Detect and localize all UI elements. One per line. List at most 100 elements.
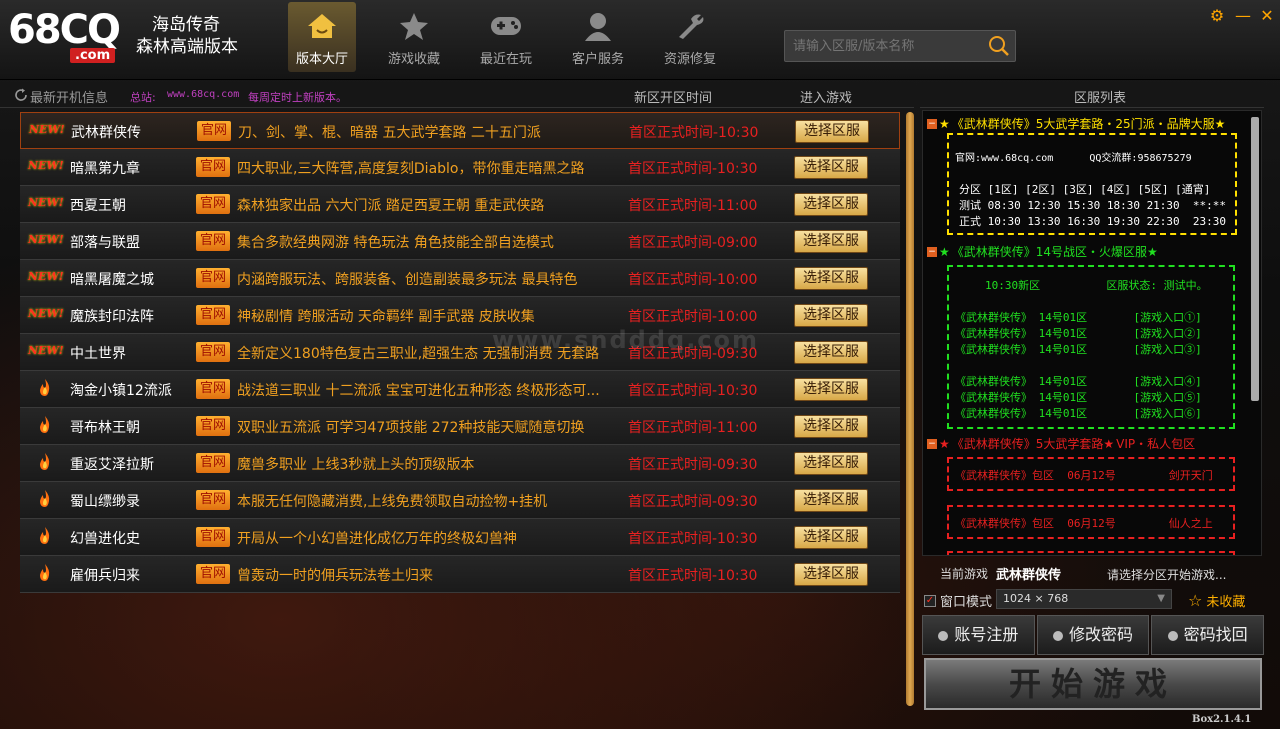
official-site-tag[interactable]: 官网 [196, 564, 230, 584]
select-server-button[interactable]: 选择区服 [794, 193, 868, 216]
list-header: 最新开机信息 总站: www.68cq.com 每周定时上新版本。 新区开区时间… [0, 82, 914, 108]
server-name[interactable]: 魔族封印法阵 [70, 306, 154, 326]
official-site-tag[interactable]: 官网 [196, 416, 230, 436]
close-icon[interactable]: ✕ [1258, 6, 1276, 25]
minimize-icon[interactable]: — [1234, 6, 1252, 25]
resolution-select[interactable]: 1024 × 768 ▼ [996, 589, 1172, 609]
select-server-button[interactable]: 选择区服 [794, 489, 868, 512]
star-outline-icon: ☆ [1188, 591, 1203, 610]
collapse-icon[interactable]: − [927, 246, 937, 257]
server-row[interactable]: 幻兽进化史 官网 开局从一个小幻兽进化成亿万年的终极幻兽神 首区正式时间-10:30 选… [20, 519, 900, 556]
group-3-row-2[interactable]: 《武林群侠传》包区 06月12号 仙人之上 [955, 515, 1213, 531]
server-row[interactable]: NEW! 西夏王朝 官网 森林独家出品 六大门派 踏足西夏王朝 重走武侠路 首区正式时间… [20, 186, 900, 223]
select-server-button[interactable]: 选择区服 [794, 378, 868, 401]
official-site-tag[interactable]: 官网 [196, 379, 230, 399]
select-server-button[interactable]: 选择区服 [794, 341, 868, 364]
official-site-tag[interactable]: 官网 [196, 453, 230, 473]
server-row[interactable]: 重返艾泽拉斯 官网 魔兽多职业 上线3秒就上头的顶级版本 首区正式时间-09:30 选择… [20, 445, 900, 482]
official-site-tag[interactable]: 官网 [196, 268, 230, 288]
server-row[interactable]: NEW! 暗黑第九章 官网 四大职业,三大阵营,高度复刻Diablo，带你重走暗黑之路… [20, 149, 900, 186]
select-server-button[interactable]: 选择区服 [794, 156, 868, 179]
server-row[interactable]: NEW! 部落与联盟 官网 集合多款经典网游 特色玩法 角色技能全部自选模式 首区正式时… [20, 223, 900, 260]
recover-password-button[interactable]: 密码找回 [1151, 615, 1265, 655]
official-site-tag[interactable]: 官网 [196, 194, 230, 214]
select-server-button[interactable]: 选择区服 [794, 304, 868, 327]
server-name[interactable]: 淘金小镇12流派 [70, 380, 172, 400]
nav-lobby[interactable]: 版本大厅 [288, 2, 356, 72]
group-3-row-1[interactable]: 《武林群侠传》包区 06月12号 剑开天门 [955, 467, 1213, 483]
server-row[interactable]: 哥布林王朝 官网 双职业五流派 可学习47项技能 272种技能天赋随意切换 首区正式时… [20, 408, 900, 445]
server-name[interactable]: 部落与联盟 [70, 232, 140, 252]
group-2-row-5[interactable]: 《武林群侠传》 14号01区 [游戏入口⑤] [955, 389, 1202, 405]
server-name[interactable]: 中土世界 [70, 343, 126, 363]
official-site-tag[interactable]: 官网 [196, 305, 230, 325]
nav-service[interactable]: 客户服务 [564, 2, 632, 72]
group-2-row-1[interactable]: 《武林群侠传》 14号01区 [游戏入口①] [955, 309, 1202, 325]
server-panel-scrollbar[interactable] [1251, 113, 1259, 553]
group-2-row-4[interactable]: 《武林群侠传》 14号01区 [游戏入口④] [955, 373, 1202, 389]
server-name[interactable]: 哥布林王朝 [70, 417, 140, 437]
start-game-button[interactable]: 开始游戏 [924, 658, 1262, 710]
refresh-icon[interactable] [14, 88, 28, 102]
server-row[interactable]: 蜀山缥缈录 官网 本服无任何隐藏消费,上线免费领取自动捡物+挂机 首区正式时间-09:… [20, 482, 900, 519]
scroll-thumb[interactable] [1251, 117, 1259, 401]
official-site-tag[interactable]: 官网 [197, 121, 231, 141]
nav-favorites[interactable]: 游戏收藏 [380, 2, 448, 72]
nav-recent[interactable]: 最近在玩 [472, 2, 540, 72]
site-url[interactable]: www.68cq.com [167, 89, 239, 100]
window-mode-toggle[interactable]: ✓ 窗口模式 [924, 591, 992, 610]
group-1-line2[interactable]: 分区 [1区] [2区] [3区] [4区] [5区] [通宵] [959, 181, 1210, 197]
official-site-tag[interactable]: 官网 [196, 342, 230, 362]
settings-icon[interactable]: ⚙ [1208, 6, 1226, 25]
server-row[interactable]: NEW! 魔族封印法阵 官网 神秘剧情 跨服活动 天命羁绊 副手武器 皮肤收集 首区正式… [20, 297, 900, 334]
server-name[interactable]: 雇佣兵归来 [70, 565, 140, 585]
change-password-button[interactable]: 修改密码 [1036, 615, 1150, 655]
server-row[interactable]: 淘金小镇12流派 官网 战法道三职业 十二流派 宝宝可进化五种形态 终极形态可...… [20, 371, 900, 408]
server-name[interactable]: 暗黑屠魔之城 [70, 269, 154, 289]
search-icon[interactable] [987, 35, 1011, 57]
group-1-header[interactable]: − ★ 《武林群侠传》5大武学套路・25门派・品牌大服 ★ [927, 115, 1227, 132]
server-row[interactable]: NEW! 武林群侠传 官网 刀、剑、掌、棍、暗器 五大武学套路 二十五门派 首区正式时间… [20, 112, 900, 149]
flame-icon [38, 416, 52, 434]
server-row[interactable]: NEW! 中土世界 官网 全新定义180特色复古三职业,超强生态 无强制消费 无套路首… [20, 334, 900, 371]
official-site-tag[interactable]: 官网 [196, 231, 230, 251]
server-row[interactable]: NEW! 暗黑屠魔之城 官网 内涵跨服玩法、跨服装备、创造副装最多玩法 最具特色 首区正… [20, 260, 900, 297]
server-name[interactable]: 蜀山缥缈录 [70, 491, 140, 511]
nav-repair[interactable]: 资源修复 [656, 2, 724, 72]
current-game-name: 武林群侠传 [996, 568, 1062, 583]
flame-icon [38, 453, 52, 471]
server-name[interactable]: 西夏王朝 [70, 195, 126, 215]
header: 68CQ .com 海岛传奇 森林高端版本 版本大厅 游戏收藏 最近在玩 客户服… [0, 0, 1280, 80]
official-site-tag[interactable]: 官网 [196, 490, 230, 510]
checkbox-icon[interactable]: ✓ [924, 594, 936, 607]
official-site-tag[interactable]: 官网 [196, 157, 230, 177]
select-server-button[interactable]: 选择区服 [794, 230, 868, 253]
select-server-button[interactable]: 选择区服 [794, 563, 868, 586]
group-2-row-3[interactable]: 《武林群侠传》 14号01区 [游戏入口③] [955, 341, 1202, 357]
list-scrollbar[interactable] [906, 112, 914, 706]
official-site-tag[interactable]: 官网 [196, 527, 230, 547]
server-name[interactable]: 暗黑第九章 [70, 158, 140, 178]
select-server-button[interactable]: 选择区服 [794, 415, 868, 438]
group-3-header[interactable]: − ★ 《武林群侠传》5大武学套路 ★ VIP・私人包区 [927, 435, 1195, 452]
server-name[interactable]: 幻兽进化史 [70, 528, 140, 548]
select-server-button[interactable]: 选择区服 [794, 267, 868, 290]
select-server-button[interactable]: 选择区服 [794, 452, 868, 475]
server-name[interactable]: 武林群侠传 [71, 122, 141, 142]
group-3-box-3 [947, 551, 1235, 555]
group-2-row-2[interactable]: 《武林群侠传》 14号01区 [游戏入口②] [955, 325, 1202, 341]
register-button[interactable]: 账号注册 [922, 615, 1035, 655]
select-server-button[interactable]: 选择区服 [794, 526, 868, 549]
search-input[interactable] [785, 31, 981, 61]
collapse-icon[interactable]: − [927, 118, 937, 129]
group-2-header[interactable]: − ★ 《武林群侠传》14号战区・火爆区服 ★ [927, 243, 1160, 260]
select-server-button[interactable]: 选择区服 [795, 120, 869, 143]
favorite-toggle[interactable]: ☆ 未收藏 [1188, 591, 1245, 610]
group-2-row-6[interactable]: 《武林群侠传》 14号01区 [游戏入口⑥] [955, 405, 1202, 421]
server-name[interactable]: 重返艾泽拉斯 [70, 454, 154, 474]
server-description: 双职业五流派 可学习47项技能 272种技能天赋随意切换 [237, 420, 585, 436]
collapse-icon[interactable]: − [927, 438, 937, 449]
group-1-line1[interactable]: 官网:www.68cq.com QQ交流群:958675279 [955, 149, 1192, 164]
server-row[interactable]: 雇佣兵归来 官网 曾轰动一时的佣兵玩法卷土归来 首区正式时间-10:30 选择区服 [20, 556, 900, 593]
server-list: NEW! 武林群侠传 官网 刀、剑、掌、棍、暗器 五大武学套路 二十五门派 首区正式时间… [20, 112, 900, 593]
